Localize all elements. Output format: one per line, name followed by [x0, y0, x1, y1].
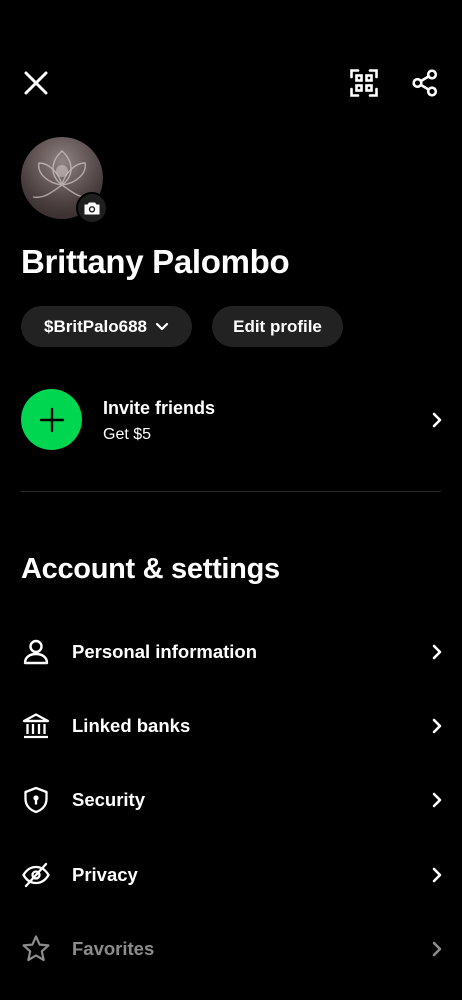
edit-profile-button[interactable]: Edit profile: [212, 306, 343, 347]
section-title: Account & settings: [21, 553, 280, 585]
eye-off-icon: [21, 860, 51, 890]
chevron-right-icon: [430, 865, 444, 885]
invite-title: Invite friends: [103, 398, 216, 418]
share-button[interactable]: [405, 63, 445, 103]
settings-item-label: Security: [72, 789, 146, 810]
chevron-right-icon: [430, 939, 444, 959]
share-icon: [412, 69, 438, 97]
settings-item-privacy[interactable]: Privacy: [0, 845, 462, 905]
invite-plus-button: [21, 389, 82, 450]
settings-item-linked-banks[interactable]: Linked banks: [0, 696, 462, 756]
edit-profile-label: Edit profile: [233, 316, 322, 336]
settings-item-label: Linked banks: [72, 715, 191, 736]
shield-icon: [21, 785, 51, 815]
change-photo-button[interactable]: [76, 192, 108, 224]
settings-item-personal-information[interactable]: Personal information: [0, 622, 462, 682]
profile-name: Brittany Palombo: [21, 243, 290, 280]
cashtag-button[interactable]: $BritPalo688: [21, 306, 192, 347]
settings-item-favorites[interactable]: Favorites: [0, 919, 462, 979]
divider: [21, 491, 441, 492]
chevron-right-icon: [430, 790, 444, 810]
invite-friends-row[interactable]: Invite friends Get $5: [0, 380, 462, 460]
close-button[interactable]: [16, 63, 56, 103]
close-icon: [24, 71, 48, 95]
chevron-down-icon: [155, 322, 169, 331]
chevron-right-icon: [430, 716, 444, 736]
invite-subtitle: Get $5: [103, 426, 152, 443]
settings-item-label: Favorites: [72, 938, 155, 959]
settings-item-security[interactable]: Security: [0, 770, 462, 830]
settings-item-label: Personal information: [72, 641, 258, 662]
bank-icon: [21, 711, 51, 741]
chevron-right-icon: [430, 410, 444, 430]
qr-scan-icon: [350, 69, 378, 97]
cashtag-label: $BritPalo688: [44, 316, 147, 336]
star-icon: [21, 934, 51, 964]
plus-icon: [39, 407, 64, 432]
chevron-right-icon: [430, 642, 444, 662]
camera-icon: [84, 202, 100, 214]
person-icon: [21, 637, 51, 667]
qr-code-button[interactable]: [344, 63, 384, 103]
settings-item-label: Privacy: [72, 864, 138, 885]
